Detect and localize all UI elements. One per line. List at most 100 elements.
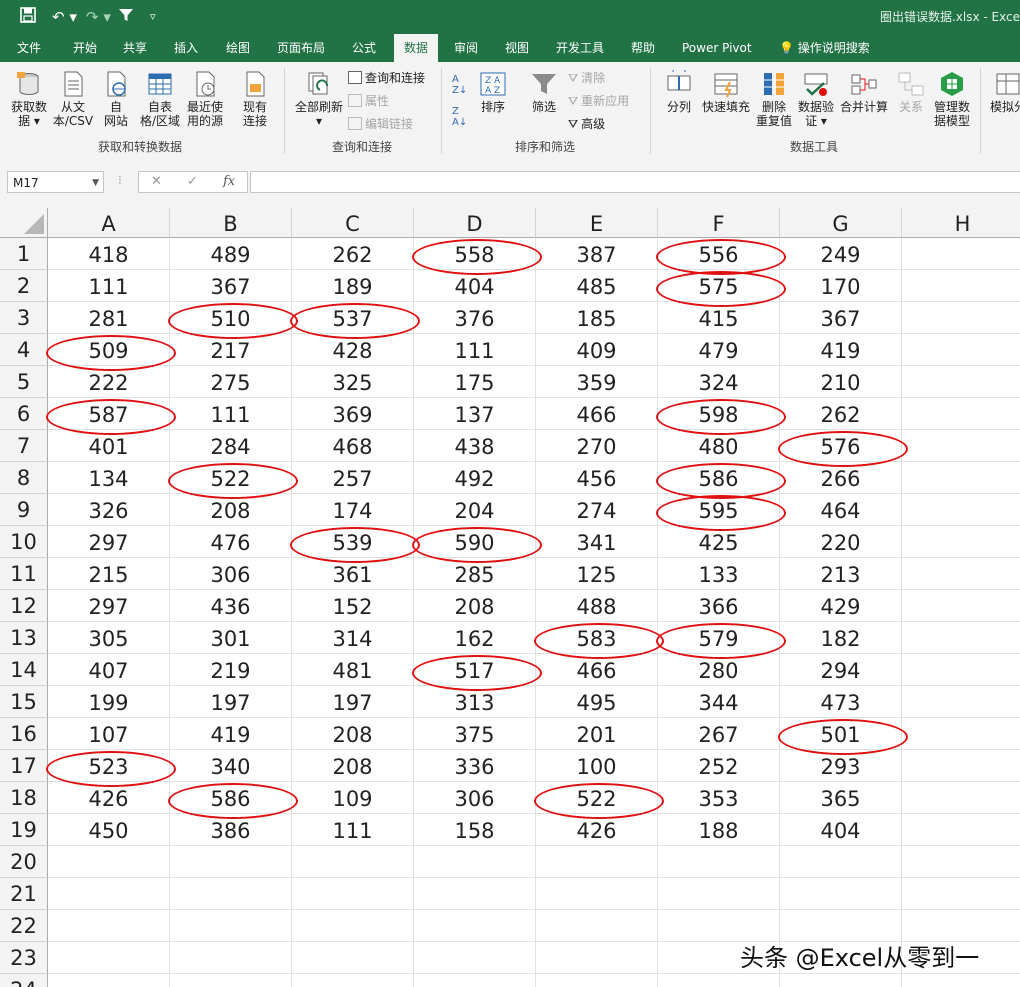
cell-c23[interactable] [292,942,414,974]
cell-g24[interactable] [780,974,902,987]
column-header-b[interactable]: B [170,208,292,238]
cell-b12[interactable]: 436 [170,590,292,622]
row-header-10[interactable]: 10 [0,526,48,558]
cell-c18[interactable]: 109 [292,782,414,814]
cell-g6[interactable]: 262 [780,398,902,430]
undo-icon[interactable]: ↶ ▾ [52,7,77,27]
cell-d19[interactable]: 158 [414,814,536,846]
column-header-g[interactable]: G [780,208,902,238]
cell-g18[interactable]: 365 [780,782,902,814]
cell-f7[interactable]: 480 [658,430,780,462]
cell-d24[interactable] [414,974,536,987]
cell-e18[interactable]: 522 [536,782,658,814]
cell-f24[interactable] [658,974,780,987]
row-header-24[interactable]: 24 [0,974,48,987]
existing-connections-button[interactable]: 现有 连接 [236,70,274,128]
cell-a18[interactable]: 426 [48,782,170,814]
chevron-down-icon[interactable]: ▼ [92,172,99,194]
customize-qat-icon[interactable]: ▿ [150,7,156,27]
remove-duplicates-button[interactable]: 删除 重复值 [754,70,794,128]
row-header-11[interactable]: 11 [0,558,48,590]
cell-b9[interactable]: 208 [170,494,292,526]
cell-f18[interactable]: 353 [658,782,780,814]
cell-g20[interactable] [780,846,902,878]
cell-f17[interactable]: 252 [658,750,780,782]
filter-quick-icon[interactable] [118,7,134,28]
cell-f10[interactable]: 425 [658,526,780,558]
column-header-f[interactable]: F [658,208,780,238]
cell-f15[interactable]: 344 [658,686,780,718]
cell-f13[interactable]: 579 [658,622,780,654]
cell-b14[interactable]: 219 [170,654,292,686]
cell-g3[interactable]: 367 [780,302,902,334]
cell-f2[interactable]: 575 [658,270,780,302]
from-table-button[interactable]: 自表 格/区域 [138,70,182,128]
cell-g21[interactable] [780,878,902,910]
cell-h9[interactable] [902,494,1020,526]
cell-a3[interactable]: 281 [48,302,170,334]
cell-b10[interactable]: 476 [170,526,292,558]
row-header-8[interactable]: 8 [0,462,48,494]
row-header-2[interactable]: 2 [0,270,48,302]
column-header-d[interactable]: D [414,208,536,238]
cell-b15[interactable]: 197 [170,686,292,718]
tab-power-pivot[interactable]: Power Pivot [682,34,752,62]
cell-a13[interactable]: 305 [48,622,170,654]
tab-formulas[interactable]: 公式 [352,34,376,62]
row-header-6[interactable]: 6 [0,398,48,430]
cell-b24[interactable] [170,974,292,987]
cell-d2[interactable]: 404 [414,270,536,302]
cell-d9[interactable]: 204 [414,494,536,526]
properties-button[interactable]: 属性 [348,93,389,109]
name-box[interactable]: M17 ▼ [7,171,104,193]
cell-a10[interactable]: 297 [48,526,170,558]
cell-c13[interactable]: 314 [292,622,414,654]
cell-c12[interactable]: 152 [292,590,414,622]
cell-g12[interactable]: 429 [780,590,902,622]
row-header-3[interactable]: 3 [0,302,48,334]
cell-f6[interactable]: 598 [658,398,780,430]
cell-c14[interactable]: 481 [292,654,414,686]
cell-d20[interactable] [414,846,536,878]
cell-a4[interactable]: 509 [48,334,170,366]
row-header-14[interactable]: 14 [0,654,48,686]
column-header-a[interactable]: A [48,208,170,238]
sort-desc-button[interactable]: Z A↓ [452,106,467,128]
cell-e17[interactable]: 100 [536,750,658,782]
insert-function-icon[interactable]: fx [223,174,235,189]
cell-e11[interactable]: 125 [536,558,658,590]
cell-f12[interactable]: 366 [658,590,780,622]
cell-d4[interactable]: 111 [414,334,536,366]
cell-b13[interactable]: 301 [170,622,292,654]
tab-file[interactable]: 文件 [17,34,41,62]
cell-f11[interactable]: 133 [658,558,780,590]
cell-f16[interactable]: 267 [658,718,780,750]
cell-h5[interactable] [902,366,1020,398]
cell-c2[interactable]: 189 [292,270,414,302]
advanced-filter-button[interactable]: ⛛ 高级 [568,116,605,132]
cell-h20[interactable] [902,846,1020,878]
cell-b23[interactable] [170,942,292,974]
row-header-4[interactable]: 4 [0,334,48,366]
text-to-columns-button[interactable]: 分列 [662,70,696,114]
cell-g1[interactable]: 249 [780,238,902,270]
cell-c11[interactable]: 361 [292,558,414,590]
enter-icon[interactable]: ✓ [187,174,198,189]
cell-b21[interactable] [170,878,292,910]
cell-a21[interactable] [48,878,170,910]
cell-c19[interactable]: 111 [292,814,414,846]
cell-h13[interactable] [902,622,1020,654]
cell-h7[interactable] [902,430,1020,462]
cell-f19[interactable]: 188 [658,814,780,846]
cell-f14[interactable]: 280 [658,654,780,686]
row-header-20[interactable]: 20 [0,846,48,878]
cell-b1[interactable]: 489 [170,238,292,270]
cell-b16[interactable]: 419 [170,718,292,750]
cell-f21[interactable] [658,878,780,910]
cell-d17[interactable]: 336 [414,750,536,782]
cell-d23[interactable] [414,942,536,974]
what-if-button[interactable]: 模拟分 [988,70,1020,114]
row-header-23[interactable]: 23 [0,942,48,974]
cell-a2[interactable]: 111 [48,270,170,302]
relationships-button[interactable]: 关系 [894,70,928,114]
